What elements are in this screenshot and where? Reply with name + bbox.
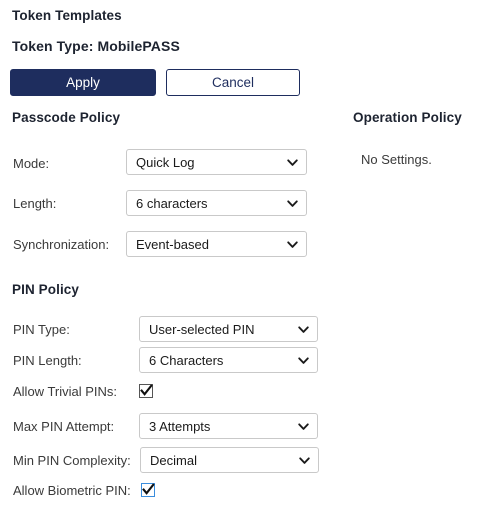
chevron-down-icon: [286, 156, 299, 169]
pin-policy-heading: PIN Policy: [12, 282, 80, 297]
field-label-synchronization: Synchronization:: [13, 237, 109, 252]
pin-type-label: PIN Type:: [13, 322, 70, 337]
min-pin-complexity-select[interactable]: Decimal: [140, 447, 319, 473]
field-label-max-pin-attempt: Max PIN Attempt:: [13, 419, 114, 434]
pin-type-select-value: User-selected PIN: [149, 321, 255, 337]
min-pin-complexity-label: Min PIN Complexity:: [13, 453, 131, 468]
allow-biometric-pin-checkbox[interactable]: [141, 483, 155, 497]
passcode-policy-heading: Passcode Policy: [12, 110, 121, 125]
synchronization-label: Synchronization:: [13, 237, 110, 252]
operation-policy-empty-text: No Settings.: [361, 152, 432, 167]
operation-policy-heading: Operation Policy: [353, 110, 462, 125]
pin-type-select[interactable]: User-selected PIN: [139, 316, 318, 342]
allow-trivial-pins-checkbox[interactable]: [139, 384, 153, 398]
field-label-allow-biometric-pin: Allow Biometric PIN:: [13, 483, 131, 498]
token-template-form: Token Templates Token Type: MobilePASS A…: [0, 0, 504, 508]
mode-label: Mode:: [13, 156, 50, 171]
field-label-pin-length: PIN Length:: [13, 353, 82, 368]
length-select-value: 6 characters: [136, 195, 208, 211]
field-label-mode: Mode:: [13, 156, 49, 171]
pin-length-label: PIN Length:: [13, 353, 82, 368]
length-label: Length:: [13, 196, 57, 211]
field-label-pin-type: PIN Type:: [13, 322, 70, 337]
allow-biometric-pin-label: Allow Biometric PIN:: [13, 483, 131, 498]
synchronization-select-value: Event-based: [136, 236, 209, 252]
chevron-down-icon: [286, 197, 299, 210]
chevron-down-icon: [297, 323, 310, 336]
chevron-down-icon: [298, 454, 311, 467]
max-pin-attempt-select-value: 3 Attempts: [149, 418, 211, 434]
max-pin-attempt-label: Max PIN Attempt:: [13, 419, 115, 434]
apply-button[interactable]: Apply: [10, 69, 156, 96]
max-pin-attempt-select[interactable]: 3 Attempts: [139, 413, 318, 439]
chevron-down-icon: [286, 238, 299, 251]
pin-length-select-value: 6 Characters: [149, 352, 224, 368]
min-pin-complexity-select-value: Decimal: [150, 452, 197, 468]
chevron-down-icon: [297, 420, 310, 433]
field-label-allow-trivial-pins: Allow Trivial PINs:: [13, 384, 117, 399]
field-label-min-pin-complexity: Min PIN Complexity:: [13, 453, 131, 468]
length-select[interactable]: 6 characters: [126, 190, 307, 216]
mode-select-value: Quick Log: [136, 154, 195, 170]
allow-trivial-pins-label: Allow Trivial PINs:: [13, 384, 118, 399]
token-type-label: Token Type: MobilePASS: [12, 38, 180, 54]
field-label-length: Length:: [13, 196, 56, 211]
cancel-button[interactable]: Cancel: [166, 69, 300, 96]
synchronization-select[interactable]: Event-based: [126, 231, 307, 257]
mode-select[interactable]: Quick Log: [126, 149, 307, 175]
pin-length-select[interactable]: 6 Characters: [139, 347, 318, 373]
chevron-down-icon: [297, 354, 310, 367]
page-title: Token Templates: [12, 8, 122, 23]
